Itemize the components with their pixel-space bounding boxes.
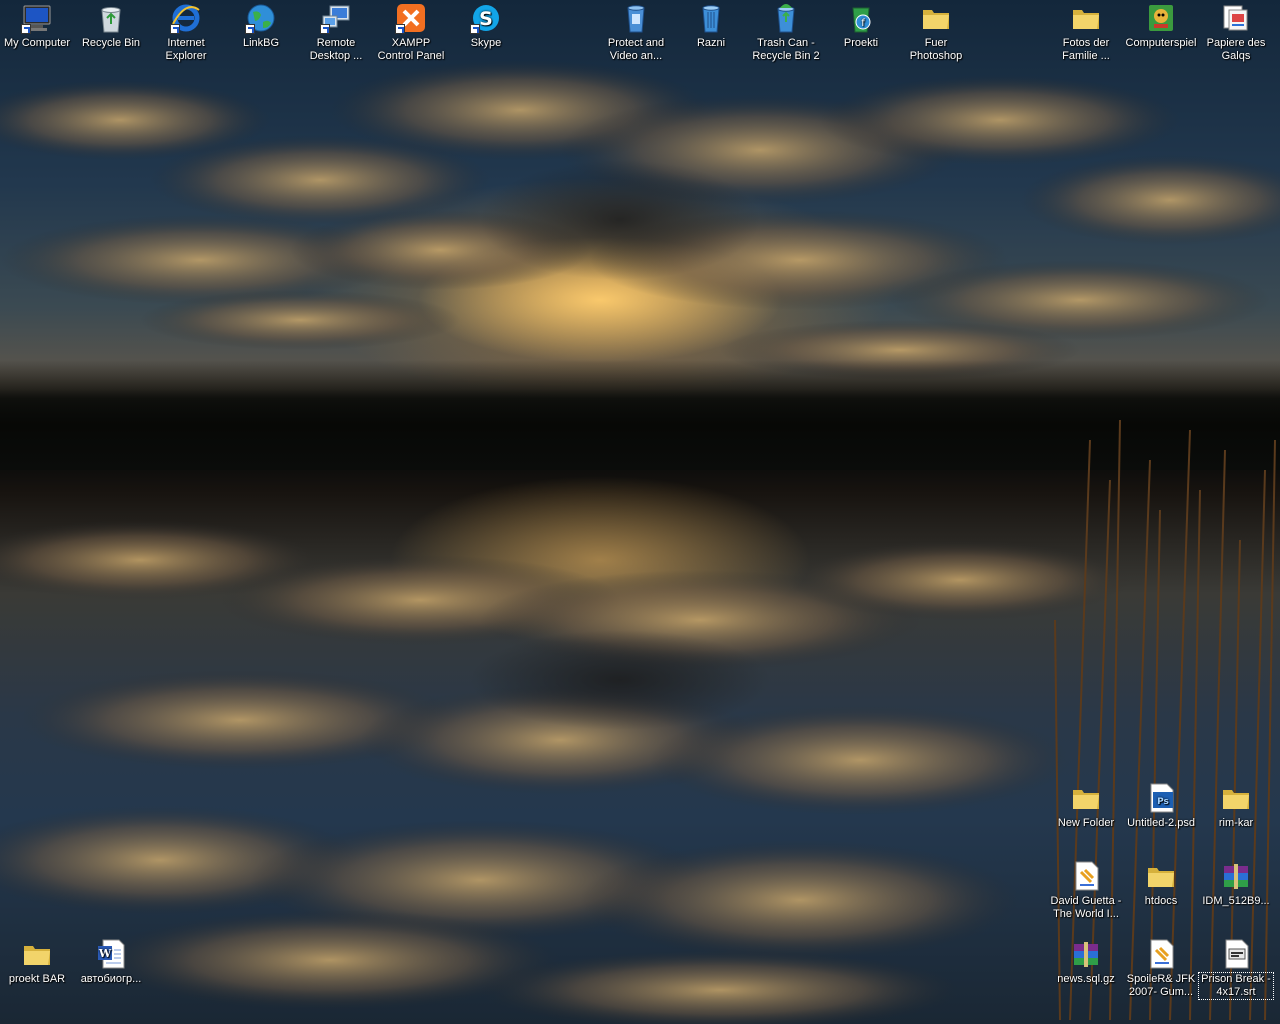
desktop-icon-label: IDM_512B9... <box>1202 895 1270 907</box>
svg-text:Ps: Ps <box>1157 797 1169 807</box>
skype-icon: S <box>470 2 502 34</box>
desktop-icon-proekti[interactable]: f Proekti <box>824 2 898 50</box>
proekti-icon: f <box>845 2 877 34</box>
papers-icon <box>1220 2 1252 34</box>
desktop-icon-label: Recycle Bin <box>81 37 141 49</box>
desktop-icon-label: Prison Break - 4x17.srt <box>1198 972 1274 1000</box>
desktop-icon-label: Trash Can - Recycle Bin 2 <box>752 37 820 62</box>
desktop-icon-label: news.sql.gz <box>1057 973 1115 985</box>
desktop-icon-label: Internet Explorer <box>165 37 207 62</box>
recycle-bin-icon <box>95 2 127 34</box>
desktop-icon-skype[interactable]: S Skype <box>449 2 523 50</box>
desktop-icon-david-guetta[interactable]: David Guetta - The World I... <box>1049 860 1123 921</box>
svg-text:f: f <box>861 18 865 29</box>
computer-icon <box>21 2 53 34</box>
desktop-icon-label: Proekti <box>843 37 879 49</box>
desktop-icon-label: proekt BAR <box>8 973 66 985</box>
desktop-icon-avtobiografiya[interactable]: W автобиогр... <box>74 938 148 986</box>
desktop-icon-label: XAMPP Control Panel <box>377 37 445 62</box>
desktop-icon-idm-512b9[interactable]: IDM_512B9... <box>1199 860 1273 908</box>
desktop-icon-recycle-bin[interactable]: Recycle Bin <box>74 2 148 50</box>
desktop-icon-label: Fuer Photoshop <box>909 37 963 62</box>
desktop-icon-label: New Folder <box>1057 817 1115 829</box>
shortcut-arrow-icon <box>245 24 255 34</box>
desktop-icon-fotos-der-familie[interactable]: Fotos der Familie ... <box>1049 2 1123 63</box>
shortcut-arrow-icon <box>21 24 31 34</box>
desktop-icon-my-computer[interactable]: My Computer <box>0 2 74 50</box>
psd-file-icon: Ps <box>1145 782 1177 814</box>
desktop-icon-prison-break-srt[interactable]: Prison Break - 4x17.srt <box>1198 938 1274 1000</box>
protect-video-icon <box>620 2 652 34</box>
desktop-icon-protect-and-video[interactable]: Protect and Video an... <box>599 2 673 63</box>
desktop-icon-label: Fotos der Familie ... <box>1062 37 1110 62</box>
desktop-icon-label: Skype <box>470 37 502 49</box>
svg-text:S: S <box>479 8 493 30</box>
winrar-archive-icon <box>1070 938 1102 970</box>
desktop-icon-trash-can-recycle-bin-2[interactable]: Trash Can - Recycle Bin 2 <box>749 2 823 63</box>
trash-can-full-icon <box>770 2 802 34</box>
desktop-icon-label: LinkBG <box>242 37 280 49</box>
winrar-archive-icon <box>1220 860 1252 892</box>
subtitle-file-icon <box>1070 860 1102 892</box>
shortcut-arrow-icon <box>170 24 180 34</box>
desktop-icon-untitled-2-psd[interactable]: Ps Untitled-2.psd <box>1124 782 1198 830</box>
desktop-icon-label: автобиогр... <box>80 973 142 985</box>
desktop-icon-label: htdocs <box>1144 895 1178 907</box>
desktop-icon-spoiler-jfk[interactable]: SpoileR& JFK 2007- Gum... <box>1124 938 1198 999</box>
word-document-icon: W <box>95 938 127 970</box>
shortcut-arrow-icon <box>320 24 330 34</box>
desktop-icon-label: David Guetta - The World I... <box>1050 895 1122 920</box>
folder-icon <box>1220 782 1252 814</box>
globe-icon <box>245 2 277 34</box>
desktop-icon-label: Remote Desktop ... <box>309 37 363 62</box>
folder-icon <box>920 2 952 34</box>
desktop-icon-remote-desktop[interactable]: Remote Desktop ... <box>299 2 373 63</box>
desktop-icon-xampp-control-panel[interactable]: XAMPP Control Panel <box>374 2 448 63</box>
desktop-icon-linkbg[interactable]: LinkBG <box>224 2 298 50</box>
desktop-icon-fuer-photoshop[interactable]: Fuer Photoshop <box>899 2 973 63</box>
desktop-icon-papiere-des-galqs[interactable]: Papiere des Galqs <box>1199 2 1273 63</box>
remote-desktop-icon <box>320 2 352 34</box>
desktop-icon-label: Razni <box>696 37 726 49</box>
desktop-icon-label: Untitled-2.psd <box>1127 817 1195 829</box>
game-icon <box>1145 2 1177 34</box>
subtitle-file-icon <box>1145 938 1177 970</box>
desktop-icon-computerspiel[interactable]: Computerspiel <box>1124 2 1198 50</box>
shortcut-arrow-icon <box>395 24 405 34</box>
internet-explorer-icon <box>170 2 202 34</box>
desktop-icon-label: My Computer <box>3 37 71 49</box>
desktop-icon-new-folder[interactable]: New Folder <box>1049 782 1123 830</box>
desktop-icon-label: Papiere des Galqs <box>1206 37 1266 62</box>
desktop-icon-htdocs[interactable]: htdocs <box>1124 860 1198 908</box>
desktop-icon-label: Computerspiel <box>1125 37 1197 49</box>
xampp-icon <box>395 2 427 34</box>
desktop-icon-news-sql-gz[interactable]: news.sql.gz <box>1049 938 1123 986</box>
desktop-icon-proekt-bar[interactable]: proekt BAR <box>0 938 74 986</box>
folder-icon <box>1070 2 1102 34</box>
desktop-icon-label: rim-kar <box>1218 817 1254 829</box>
srt-file-icon <box>1220 938 1252 970</box>
desktop-icon-label: SpoileR& JFK 2007- Gum... <box>1126 973 1196 998</box>
svg-text:W: W <box>98 947 112 960</box>
desktop-icon-internet-explorer[interactable]: Internet Explorer <box>149 2 223 63</box>
desktop-icon-label: Protect and Video an... <box>607 37 665 62</box>
trash-can-icon <box>695 2 727 34</box>
shortcut-arrow-icon <box>470 24 480 34</box>
folder-icon <box>1145 860 1177 892</box>
folder-icon <box>1070 782 1102 814</box>
desktop-icon-rim-kar[interactable]: rim-kar <box>1199 782 1273 830</box>
wallpaper-reeds <box>1054 420 1276 1020</box>
desktop-icon-razni[interactable]: Razni <box>674 2 748 50</box>
folder-icon <box>21 938 53 970</box>
